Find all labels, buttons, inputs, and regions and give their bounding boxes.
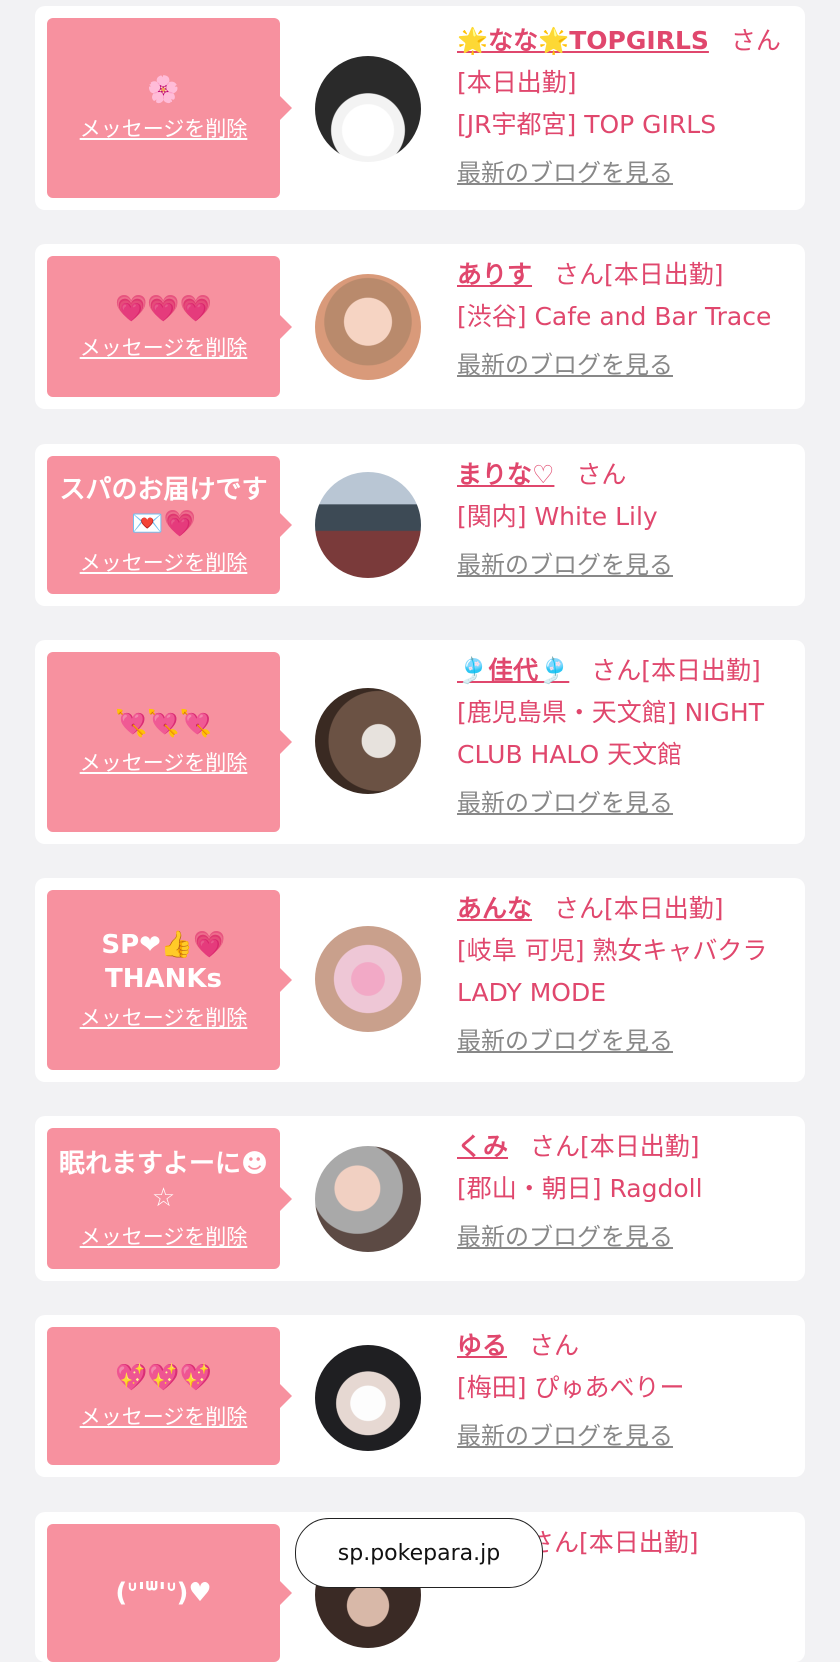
latest-blog-link[interactable]: 最新のブログを見る [457, 1020, 673, 1062]
delete-message-link[interactable]: メッセージを削除 [80, 332, 248, 362]
cast-name-link[interactable]: ありす [457, 260, 532, 289]
avatar[interactable] [315, 472, 421, 578]
avatar[interactable] [315, 926, 421, 1032]
cast-name-link[interactable]: くみ [457, 1132, 508, 1161]
message-text: (ᐡ'ᐜ'ᐡ)♥ [115, 1578, 212, 1608]
delete-message-link[interactable]: メッセージを削除 [80, 1401, 248, 1431]
cast-info: くみ さん[本日出勤] [郡山・朝日] Ragdoll 最新のブログを見る [457, 1126, 791, 1258]
avatar[interactable] [315, 1146, 421, 1252]
avatar[interactable] [315, 274, 421, 380]
message-card: 眠れますよーに☻☆ メッセージを削除 くみ さん[本日出勤] [郡山・朝日] Ra… [35, 1116, 805, 1281]
cast-name-link[interactable]: 🌟なな🌟TOPGIRLS [457, 26, 709, 55]
cast-suffix: さん[本日出勤] [554, 260, 724, 289]
shop-name: [郡山・朝日] Ragdoll [457, 1174, 703, 1203]
cast-info: ゆる さん [梅田] ぴゅあべりー 最新のブログを見る [457, 1325, 791, 1457]
message-text: 🌸 [147, 75, 180, 105]
shop-name: [渋谷] Cafe and Bar Trace [457, 302, 772, 331]
cast-suffix: さん[本日出勤] [529, 1528, 699, 1557]
message-bubble: (ᐡ'ᐜ'ᐡ)♥ [47, 1524, 280, 1662]
latest-blog-link[interactable]: 最新のブログを見る [457, 152, 673, 194]
latest-blog-link[interactable]: 最新のブログを見る [457, 344, 673, 386]
message-card: 💘💘💘 メッセージを削除 🎐佳代🎐 さん[本日出勤] [鹿児島県・天文館] NIG… [35, 640, 805, 844]
latest-blog-link[interactable]: 最新のブログを見る [457, 782, 673, 824]
message-text: 💘💘💘 [114, 709, 213, 739]
avatar[interactable] [315, 56, 421, 162]
delete-message-link[interactable]: メッセージを削除 [80, 1002, 248, 1032]
cast-suffix: さん[本日出勤] [530, 1132, 700, 1161]
shop-name: [岐阜 可児] 熟女キャバクラ LADY MODE [457, 936, 768, 1007]
message-text: 💖💖💖 [114, 1363, 213, 1393]
latest-blog-link[interactable]: 最新のブログを見る [457, 1216, 673, 1258]
url-bar[interactable]: sp.pokepara.jp [295, 1518, 543, 1588]
cast-name-link[interactable]: ゆる [457, 1331, 507, 1360]
message-bubble: スパのお届けです💌💗 メッセージを削除 [47, 456, 280, 594]
cast-suffix: さん[本日出勤] [591, 656, 761, 685]
message-card: 💗💗💗 メッセージを削除 ありす さん[本日出勤] [渋谷] Cafe and B… [35, 244, 805, 409]
message-bubble: 🌸 メッセージを削除 [47, 18, 280, 198]
cast-name-link[interactable]: まりな♡ [457, 460, 554, 489]
cast-info: あんな さん[本日出勤] [岐阜 可児] 熟女キャバクラ LADY MODE 最新… [457, 888, 791, 1062]
message-card: 💖💖💖 メッセージを削除 ゆる さん [梅田] ぴゅあべりー 最新のブログを見る [35, 1315, 805, 1477]
cast-suffix: さん[本日出勤] [554, 894, 724, 923]
message-card: SP❤︎👍💗THANKs メッセージを削除 あんな さん[本日出勤] [岐阜 可児… [35, 878, 805, 1082]
message-text: スパのお届けです💌💗 [59, 475, 268, 539]
message-card: 🌸 メッセージを削除 🌟なな🌟TOPGIRLS さん[本日出勤] [JR宇都宮] … [35, 6, 805, 210]
cast-suffix: さん [576, 460, 627, 489]
cast-name-link[interactable]: 🎐佳代🎐 [457, 656, 569, 685]
message-text: 💗💗💗 [114, 293, 213, 324]
shop-name: [JR宇都宮] TOP GIRLS [457, 110, 717, 139]
shop-name: [鹿児島県・天文館] NIGHT CLUB HALO 天文館 [457, 698, 764, 769]
message-bubble: 💗💗💗 メッセージを削除 [47, 256, 280, 397]
cast-info: 🌟なな🌟TOPGIRLS さん[本日出勤] [JR宇都宮] TOP GIRLS 最… [457, 20, 791, 194]
delete-message-link[interactable]: メッセージを削除 [80, 113, 248, 143]
message-card: スパのお届けです💌💗 メッセージを削除 まりな♡ さん [関内] White Li… [35, 444, 805, 606]
delete-message-link[interactable]: メッセージを削除 [80, 547, 248, 577]
message-bubble: 💘💘💘 メッセージを削除 [47, 652, 280, 832]
cast-info: まりな♡ さん [関内] White Lily 最新のブログを見る [457, 454, 791, 586]
message-bubble: 💖💖💖 メッセージを削除 [47, 1327, 280, 1465]
message-bubble: 眠れますよーに☻☆ メッセージを削除 [47, 1128, 280, 1269]
delete-message-link[interactable]: メッセージを削除 [80, 1221, 248, 1251]
message-text: SP❤︎👍💗THANKs [101, 930, 226, 994]
cast-name-link[interactable]: あんな [457, 894, 532, 923]
latest-blog-link[interactable]: 最新のブログを見る [457, 544, 673, 586]
latest-blog-link[interactable]: 最新のブログを見る [457, 1415, 673, 1457]
cast-info: 🎐佳代🎐 さん[本日出勤] [鹿児島県・天文館] NIGHT CLUB HALO … [457, 650, 791, 824]
message-text: 眠れますよーに☻☆ [58, 1148, 269, 1213]
shop-name: [梅田] ぴゅあべりー [457, 1373, 685, 1402]
cast-suffix: さん [529, 1331, 580, 1360]
message-bubble: SP❤︎👍💗THANKs メッセージを削除 [47, 890, 280, 1070]
avatar[interactable] [315, 1345, 421, 1451]
delete-message-link[interactable]: メッセージを削除 [80, 747, 248, 777]
shop-name: [関内] White Lily [457, 502, 658, 531]
avatar[interactable] [315, 688, 421, 794]
cast-info: ありす さん[本日出勤] [渋谷] Cafe and Bar Trace 最新のブ… [457, 254, 791, 386]
